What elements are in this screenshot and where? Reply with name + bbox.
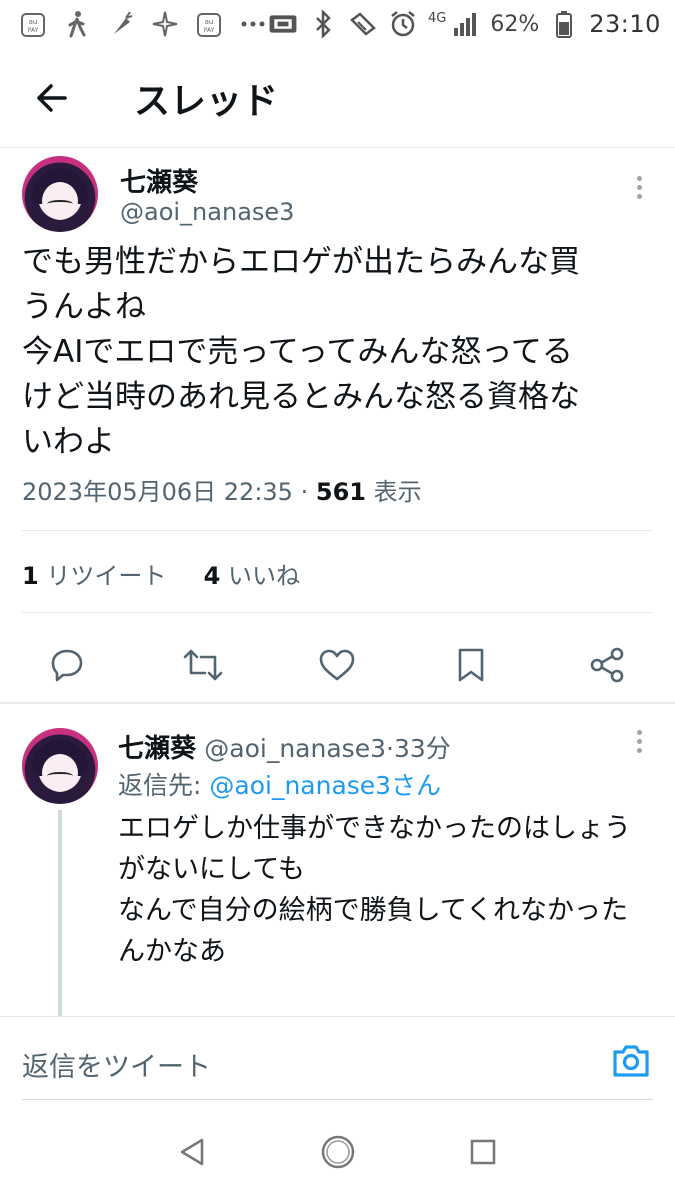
retweet-button[interactable] xyxy=(178,640,228,690)
alarm-icon xyxy=(388,9,418,39)
author-handle[interactable]: @aoi_nanase3 xyxy=(120,198,294,226)
author-handle[interactable]: @aoi_nanase3 xyxy=(204,734,386,763)
avatar[interactable] xyxy=(22,156,98,232)
arrow-left-icon xyxy=(37,83,67,112)
signal-icon xyxy=(450,9,480,39)
reply-bar: 返信をツイート xyxy=(0,1016,675,1102)
nav-home-button[interactable] xyxy=(318,1132,358,1172)
share-button[interactable] xyxy=(582,640,632,690)
page-title: スレッド xyxy=(134,80,279,122)
status-bar: au PAY au PAY 4G 62% 23:10 xyxy=(0,0,675,48)
bluetooth-icon xyxy=(308,9,338,39)
tweet-time-ago: 33分 xyxy=(393,734,451,763)
tweet-stats: 1 リツイート 4 いいね xyxy=(22,556,300,591)
reply-header: 七瀬葵 @aoi_nanase3·33分 xyxy=(118,728,451,765)
retweet-stat[interactable]: 1 リツイート xyxy=(22,562,174,590)
back-triangle-icon xyxy=(180,1138,203,1166)
reply-to-label: 返信先: xyxy=(118,771,202,800)
reply-button[interactable] xyxy=(42,640,92,690)
reply-icon xyxy=(51,649,83,682)
views-count[interactable]: 561 xyxy=(316,478,366,506)
author-name[interactable]: 七瀬葵 xyxy=(118,734,196,764)
camera-button[interactable] xyxy=(611,1041,651,1081)
system-nav-bar xyxy=(0,1104,675,1200)
svg-text:PAY: PAY xyxy=(28,27,39,34)
author-name[interactable]: 七瀬葵 xyxy=(120,162,198,199)
like-button[interactable] xyxy=(312,640,362,690)
walking-icon xyxy=(62,9,92,39)
thread-header: スレッド xyxy=(0,48,675,148)
meta-separator: · xyxy=(300,478,309,506)
section-divider xyxy=(0,702,675,704)
like-icon xyxy=(319,649,355,681)
divider xyxy=(22,530,653,531)
status-time: 23:10 xyxy=(589,10,661,38)
svg-text:au: au xyxy=(29,18,38,26)
bookmark-icon xyxy=(458,648,484,682)
retweet-label: リツイート xyxy=(46,562,167,590)
sparkle-icon xyxy=(150,9,180,39)
carrot-icon xyxy=(106,9,136,39)
nfc-icon xyxy=(348,9,378,39)
like-stat[interactable]: 4 いいね xyxy=(204,562,300,590)
like-label: いいね xyxy=(227,562,300,590)
recents-square-icon xyxy=(470,1139,495,1165)
more-options-icon[interactable] xyxy=(629,726,649,756)
divider xyxy=(22,1099,653,1100)
tweet-timestamp: 2023年05月06日 22:35 xyxy=(22,478,293,506)
back-button[interactable] xyxy=(22,68,82,128)
svg-text:au: au xyxy=(205,18,214,26)
meta-separator: · xyxy=(385,734,394,763)
avatar[interactable] xyxy=(22,728,98,804)
tweet-actions xyxy=(0,630,675,700)
reply-to: 返信先: @aoi_nanase3さん xyxy=(118,766,441,802)
views-label[interactable]: 表示 xyxy=(374,478,422,506)
reply-input[interactable]: 返信をツイート xyxy=(22,1045,211,1084)
nav-recents-button[interactable] xyxy=(463,1132,503,1172)
divider xyxy=(22,612,653,613)
like-count: 4 xyxy=(203,562,221,590)
tweet-text: エロゲしか仕事ができなかったのはしょう がないにしても なんで自分の絵柄で勝負し… xyxy=(118,813,631,967)
network-type: 4G xyxy=(428,10,447,26)
vibrate-icon xyxy=(268,9,298,39)
battery-percent: 62% xyxy=(490,11,540,37)
nav-back-button[interactable] xyxy=(173,1132,213,1172)
tweet-text: でも男性だからエロゲが出たらみんな買 うんよね 今AIでエロで売ってってみんな怒… xyxy=(22,244,580,460)
reply-to-handle[interactable]: @aoi_nanase3さん xyxy=(209,771,441,800)
camera-icon xyxy=(613,1045,649,1077)
tweet-meta: 2023年05月06日 22:35 · 561 表示 xyxy=(22,472,422,507)
more-icon xyxy=(238,9,268,39)
au-pay-icon: au PAY xyxy=(18,9,48,39)
more-options-icon[interactable] xyxy=(629,172,649,202)
thread-line xyxy=(58,810,62,1020)
au-pay-icon: au PAY xyxy=(194,9,224,39)
retweet-icon xyxy=(183,649,223,681)
svg-text:PAY: PAY xyxy=(204,27,215,34)
bookmark-button[interactable] xyxy=(446,640,496,690)
retweet-count: 1 xyxy=(22,562,39,590)
share-icon xyxy=(590,647,624,683)
home-circle-icon xyxy=(321,1135,354,1169)
battery-icon xyxy=(549,9,579,39)
